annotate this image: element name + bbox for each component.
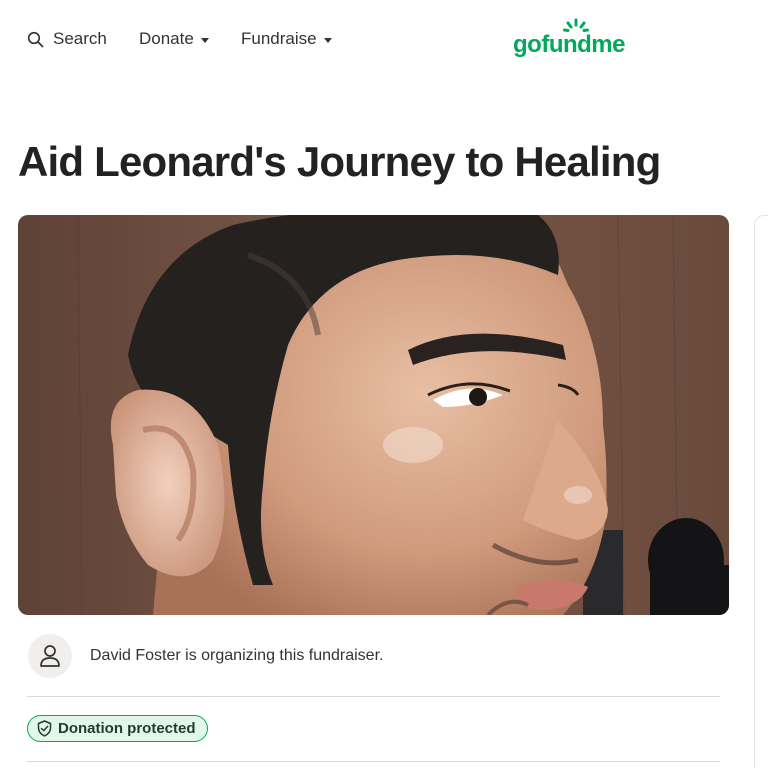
donation-sidebar-card <box>754 215 768 768</box>
search-icon <box>27 31 44 47</box>
fundraise-label: Fundraise <box>241 29 317 48</box>
chevron-down-icon <box>200 37 209 43</box>
badge-label: Donation protected <box>58 720 196 737</box>
avatar[interactable] <box>28 634 72 678</box>
divider <box>27 761 720 762</box>
page-title: Aid Leonard's Journey to Healing <box>18 138 661 185</box>
donation-protected-badge[interactable]: Donation protected <box>27 715 208 742</box>
fundraise-menu[interactable]: Fundraise <box>241 26 332 52</box>
organizer-row: David Foster is organizing this fundrais… <box>28 634 728 678</box>
logo-wordmark: gofundme <box>513 31 625 58</box>
donate-menu[interactable]: Donate <box>139 26 209 52</box>
top-navigation: Search Donate Fundraise gofundme <box>0 0 768 78</box>
shield-icon <box>37 720 52 737</box>
campaign-hero-image[interactable] <box>18 215 729 615</box>
gofundme-logo[interactable]: gofundme <box>513 18 635 60</box>
divider <box>27 696 720 697</box>
logo-sun-icon <box>563 18 589 32</box>
user-icon <box>40 645 60 667</box>
search-label: Search <box>53 29 107 48</box>
donate-label: Donate <box>139 29 194 48</box>
chevron-down-icon <box>323 37 332 43</box>
search-button[interactable]: Search <box>27 26 107 52</box>
organizer-text: David Foster is organizing this fundrais… <box>90 647 384 664</box>
